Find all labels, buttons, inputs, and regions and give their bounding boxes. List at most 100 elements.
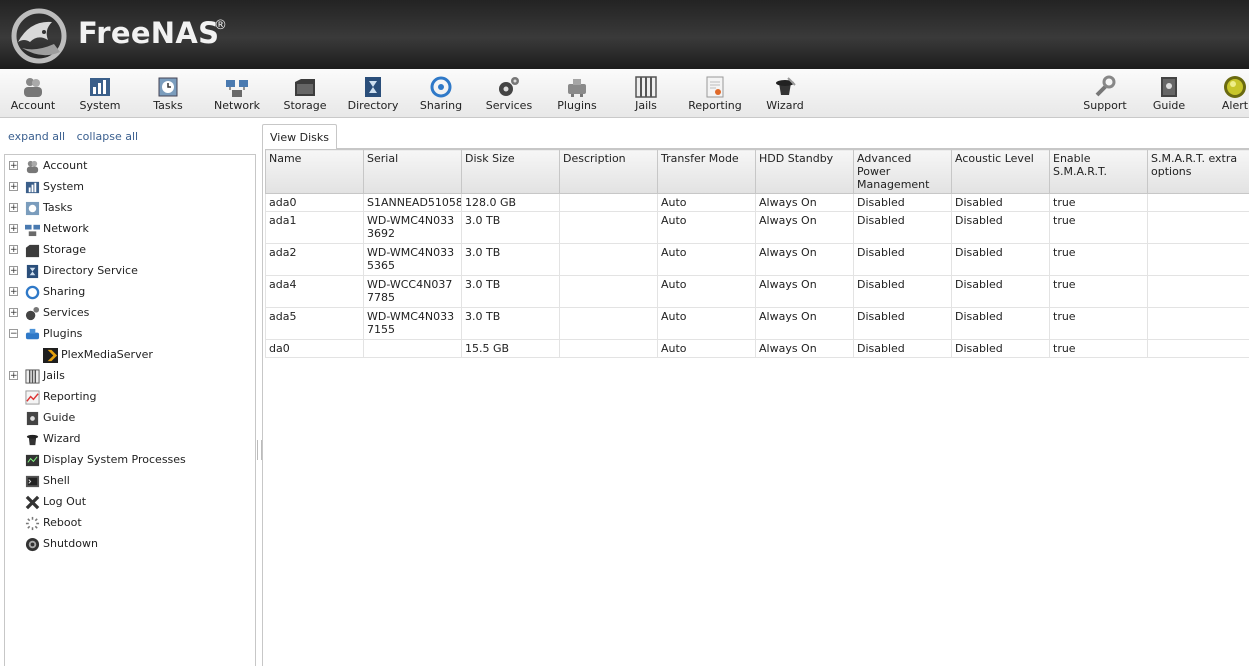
- tree-item-plugins[interactable]: − Plugins: [5, 324, 255, 344]
- table-cell: [559, 339, 658, 358]
- column-header[interactable]: Acoustic Level: [951, 149, 1050, 194]
- expand-toggle[interactable]: +: [9, 161, 18, 171]
- tree-item-account[interactable]: + Account: [5, 156, 255, 176]
- tree-item-log-out[interactable]: Log Out: [5, 492, 255, 512]
- table-cell: true: [1049, 211, 1148, 244]
- table-cell: WD-WCC4N0377785: [363, 275, 462, 308]
- table-row[interactable]: ada2 WD-WMC4N0335365 3.0 TB Auto Always …: [265, 243, 1249, 276]
- table-cell: WD-WMC4N0337155: [363, 307, 462, 340]
- tasks-icon: [158, 77, 178, 97]
- tree-item-storage[interactable]: + Storage: [5, 240, 255, 260]
- tab-view-disks[interactable]: View Disks: [262, 124, 337, 150]
- tree-item-guide[interactable]: Guide: [5, 408, 255, 428]
- tree-item-reboot[interactable]: Reboot: [5, 513, 255, 533]
- toolbar-directory-button[interactable]: Directory: [340, 69, 406, 117]
- account-icon: [24, 78, 42, 97]
- table-cell: Always On: [755, 339, 854, 358]
- table-cell: Auto: [657, 275, 756, 308]
- storage-icon: [295, 79, 315, 96]
- table-cell: Auto: [657, 193, 756, 212]
- sharing-icon: [430, 76, 452, 98]
- tree-item-sharing[interactable]: + Sharing: [5, 282, 255, 302]
- expand-toggle[interactable]: +: [9, 266, 18, 276]
- column-header[interactable]: Enable S.M.A.R.T.: [1049, 149, 1148, 194]
- network-icon: [25, 224, 40, 237]
- tree-item-wizard[interactable]: Wizard: [5, 429, 255, 449]
- table-row[interactable]: ada0 S1ANNEAD510589 128.0 GB Auto Always…: [265, 193, 1249, 212]
- toolbar-services-button[interactable]: Services: [476, 69, 542, 117]
- tree-controls: expand all collapse all: [8, 130, 146, 143]
- column-header[interactable]: Disk Size: [461, 149, 560, 194]
- tree-item-plexmediaserver[interactable]: PlexMediaServer: [5, 345, 255, 365]
- tree-item-system[interactable]: + System: [5, 177, 255, 197]
- disks-table: Name Serial Disk Size Description Transf…: [265, 149, 1249, 358]
- brand-name: FreeNAS: [78, 16, 220, 50]
- wizard-icon: [26, 434, 39, 446]
- table-cell: [363, 339, 462, 358]
- freenas-shark-logo-icon: [11, 8, 67, 64]
- expand-toggle[interactable]: +: [9, 203, 18, 213]
- toolbar-jails-button[interactable]: Jails: [613, 69, 679, 117]
- expand-toggle[interactable]: +: [9, 245, 18, 255]
- table-row[interactable]: da0 15.5 GB Auto Always On Disabled Disa…: [265, 339, 1249, 358]
- services-icon: [499, 77, 519, 96]
- tree-item-directory-service[interactable]: + Directory Service: [5, 261, 255, 281]
- table-row[interactable]: ada1 WD-WMC4N0333692 3.0 TB Auto Always …: [265, 211, 1249, 244]
- tree-item-reporting[interactable]: Reporting: [5, 387, 255, 407]
- table-row[interactable]: ada5 WD-WMC4N0337155 3.0 TB Auto Always …: [265, 307, 1249, 340]
- table-cell: [1147, 275, 1249, 308]
- shell-icon: [25, 475, 40, 488]
- table-cell: Disabled: [951, 243, 1050, 276]
- column-header[interactable]: HDD Standby: [755, 149, 854, 194]
- toolbar-tasks-button[interactable]: Tasks: [135, 69, 201, 117]
- toolbar-plugins-button[interactable]: Plugins: [544, 69, 610, 117]
- expand-toggle[interactable]: +: [9, 182, 18, 192]
- table-cell: true: [1049, 275, 1148, 308]
- toolbar-storage-button[interactable]: Storage: [272, 69, 338, 117]
- table-cell: Always On: [755, 275, 854, 308]
- expand-toggle[interactable]: +: [9, 308, 18, 318]
- reporting-icon: [706, 76, 724, 98]
- expand-toggle[interactable]: +: [9, 371, 18, 381]
- table-cell: 15.5 GB: [461, 339, 560, 358]
- tree-item-shell[interactable]: Shell: [5, 471, 255, 491]
- tree-item-services[interactable]: + Services: [5, 303, 255, 323]
- table-cell: [1147, 339, 1249, 358]
- toolbar-wizard-button[interactable]: Wizard: [752, 69, 818, 117]
- table-cell: 128.0 GB: [461, 193, 560, 212]
- toolbar-sharing-button[interactable]: Sharing: [408, 69, 474, 117]
- column-header[interactable]: Name: [265, 149, 364, 194]
- column-header[interactable]: Serial: [363, 149, 462, 194]
- column-header[interactable]: Transfer Mode: [657, 149, 756, 194]
- collapse-toggle[interactable]: −: [9, 329, 18, 339]
- reporting-icon: [25, 390, 40, 405]
- collapse-all-link[interactable]: collapse all: [77, 130, 138, 143]
- tree-item-network[interactable]: + Network: [5, 219, 255, 239]
- table-cell: Disabled: [853, 193, 952, 212]
- table-cell: Auto: [657, 243, 756, 276]
- table-cell: Always On: [755, 307, 854, 340]
- reboot-icon: [25, 516, 40, 531]
- table-cell: [559, 193, 658, 212]
- toolbar-system-button[interactable]: System: [67, 69, 133, 117]
- expand-all-link[interactable]: expand all: [8, 130, 65, 143]
- toolbar-network-button[interactable]: Network: [204, 69, 270, 117]
- network-icon: [226, 80, 248, 97]
- toolbar-alert-button[interactable]: Alert: [1202, 69, 1249, 117]
- table-row[interactable]: ada4 WD-WCC4N0377785 3.0 TB Auto Always …: [265, 275, 1249, 308]
- view-disks-panel: Name Serial Disk Size Description Transf…: [262, 148, 1249, 666]
- expand-toggle[interactable]: +: [9, 224, 18, 234]
- expand-toggle[interactable]: +: [9, 287, 18, 297]
- tree-item-jails[interactable]: + Jails: [5, 366, 255, 386]
- tree-item-display-system-processes[interactable]: Display System Processes: [5, 450, 255, 470]
- toolbar-reporting-button[interactable]: Reporting: [682, 69, 748, 117]
- tree-item-shutdown[interactable]: Shutdown: [5, 534, 255, 554]
- column-header[interactable]: Description: [559, 149, 658, 194]
- jails-icon: [25, 369, 40, 384]
- table-cell: [559, 307, 658, 340]
- table-cell: Auto: [657, 307, 756, 340]
- column-header[interactable]: Advanced Power Management: [853, 149, 952, 194]
- column-header[interactable]: S.M.A.R.T. extra options: [1147, 149, 1249, 194]
- sharing-icon: [25, 285, 40, 300]
- tree-item-tasks[interactable]: + Tasks: [5, 198, 255, 218]
